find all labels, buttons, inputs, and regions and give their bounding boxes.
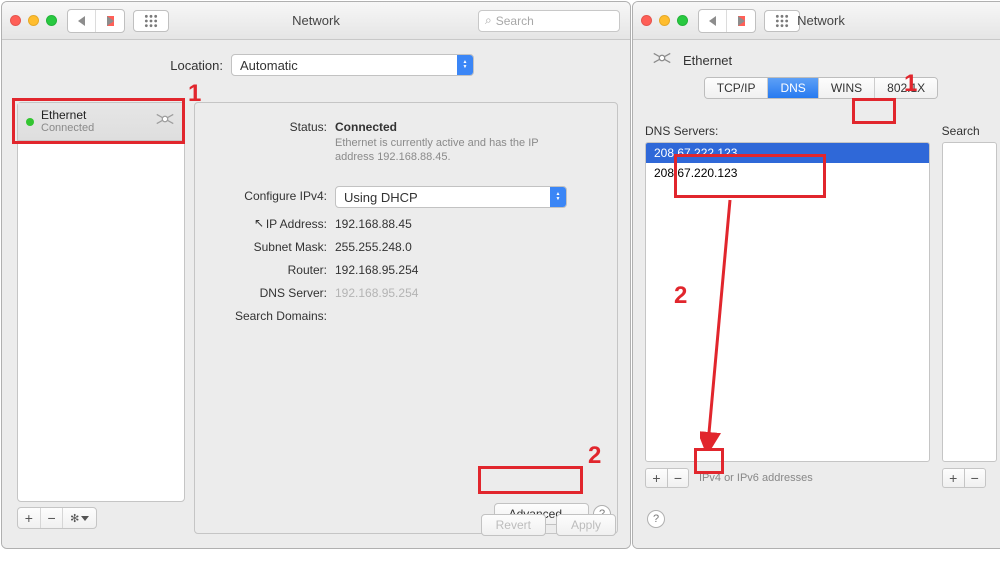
traffic-lights bbox=[641, 15, 688, 26]
remove-dns-button[interactable]: − bbox=[667, 468, 689, 488]
dns-hint: IPv4 or IPv6 addresses bbox=[699, 472, 813, 484]
titlebar-left: Network ⌕ Search bbox=[2, 2, 630, 40]
traffic-lights bbox=[10, 15, 57, 26]
dns-server-label: DNS Server: bbox=[209, 283, 335, 300]
search-domains-list[interactable] bbox=[942, 142, 997, 462]
search-domains-label: Search bbox=[942, 124, 997, 138]
sidebar-item-state: Connected bbox=[41, 122, 94, 135]
show-all-button[interactable] bbox=[133, 10, 169, 32]
remove-interface-button[interactable]: − bbox=[41, 508, 64, 528]
ethernet-title: Ethernet bbox=[683, 53, 732, 68]
back-button[interactable] bbox=[68, 10, 96, 32]
zoom-icon[interactable] bbox=[677, 15, 688, 26]
nav-back-forward bbox=[67, 9, 125, 33]
configure-ipv4-value: Using DHCP bbox=[344, 190, 550, 205]
interface-detail: Status: Connected Ethernet is currently … bbox=[194, 102, 618, 534]
sidebar-tools: + − ✻ bbox=[17, 507, 97, 529]
tab-8021x[interactable]: 802.1X bbox=[875, 78, 937, 98]
dns-server-row[interactable]: 208.67.222.123 bbox=[646, 143, 929, 163]
window-body-right: Ethernet TCP/IP DNS WINS 802.1X DNS Serv… bbox=[633, 40, 1000, 548]
dns-server-value: 192.168.95.254 bbox=[335, 283, 603, 300]
network-prefs-window: Network ⌕ Search Location: Automatic ▲▼ … bbox=[1, 1, 631, 549]
status-dot-icon bbox=[26, 118, 34, 126]
chevron-right-icon bbox=[738, 16, 745, 26]
location-value: Automatic bbox=[240, 58, 457, 73]
ip-address-value: 192.168.88.45 bbox=[335, 214, 603, 231]
status-subtext: Ethernet is currently active and has the… bbox=[335, 136, 575, 164]
search-icon: ⌕ bbox=[485, 13, 492, 28]
location-row: Location: Automatic ▲▼ bbox=[2, 40, 630, 94]
dns-servers-label: DNS Servers: bbox=[645, 124, 930, 138]
ethernet-header: Ethernet bbox=[633, 40, 1000, 77]
subnet-mask-label: Subnet Mask: bbox=[209, 237, 335, 254]
interface-actions-menu[interactable]: ✻ bbox=[63, 508, 96, 528]
dns-server-row[interactable]: 208.67.220.123 bbox=[646, 163, 929, 183]
select-arrows-icon: ▲▼ bbox=[457, 55, 473, 75]
dns-section: DNS Servers: 208.67.222.123 208.67.220.1… bbox=[645, 124, 997, 488]
minimize-icon[interactable] bbox=[659, 15, 670, 26]
sidebar-item-name: Ethernet bbox=[41, 109, 94, 122]
search-input[interactable]: ⌕ Search bbox=[478, 10, 620, 32]
chevron-left-icon bbox=[709, 16, 716, 26]
window-title: Network bbox=[797, 13, 845, 28]
back-button[interactable] bbox=[699, 10, 727, 32]
close-icon[interactable] bbox=[10, 15, 21, 26]
ethernet-icon bbox=[651, 50, 673, 71]
location-label: Location: bbox=[2, 58, 223, 73]
show-all-button[interactable] bbox=[764, 10, 800, 32]
tab-dns[interactable]: DNS bbox=[768, 78, 818, 98]
cursor-icon: ↖ bbox=[254, 216, 264, 230]
network-advanced-window: Network Ethernet TCP/IP DNS WINS 802.1X … bbox=[632, 1, 1000, 549]
status-value: Connected bbox=[335, 120, 397, 134]
titlebar-right: Network bbox=[633, 2, 1000, 40]
apply-button[interactable]: Apply bbox=[556, 514, 616, 536]
add-domain-button[interactable]: + bbox=[942, 468, 964, 488]
window-title: Network bbox=[292, 13, 340, 28]
add-dns-button[interactable]: + bbox=[645, 468, 667, 488]
sidebar-item-ethernet[interactable]: Ethernet Connected bbox=[18, 103, 184, 141]
ip-address-label: ↖IP Address: bbox=[209, 214, 335, 231]
router-value: 192.168.95.254 bbox=[335, 260, 603, 277]
grid-icon bbox=[775, 14, 789, 28]
configure-ipv4-select[interactable]: Using DHCP ▲▼ bbox=[335, 186, 567, 208]
search-domains-label: Search Domains: bbox=[209, 306, 335, 323]
help-button[interactable]: ? bbox=[647, 510, 665, 528]
search-placeholder: Search bbox=[496, 14, 534, 28]
zoom-icon[interactable] bbox=[46, 15, 57, 26]
grid-icon bbox=[144, 14, 158, 28]
ethernet-icon bbox=[154, 111, 176, 132]
search-domains-value bbox=[335, 306, 603, 323]
revert-button[interactable]: Revert bbox=[481, 514, 546, 536]
tab-wins[interactable]: WINS bbox=[819, 78, 875, 98]
close-icon[interactable] bbox=[641, 15, 652, 26]
router-label: Router: bbox=[209, 260, 335, 277]
nav-back-forward bbox=[698, 9, 756, 33]
chevron-down-icon bbox=[81, 516, 89, 521]
footer-buttons: Revert Apply bbox=[481, 514, 616, 536]
add-interface-button[interactable]: + bbox=[18, 508, 41, 528]
status-label: Status: bbox=[209, 117, 335, 164]
remove-domain-button[interactable]: − bbox=[964, 468, 986, 488]
configure-ipv4-label: Configure IPv4: bbox=[209, 186, 335, 208]
forward-button[interactable] bbox=[96, 10, 124, 32]
interfaces-sidebar: Ethernet Connected bbox=[17, 102, 185, 502]
forward-button[interactable] bbox=[727, 10, 755, 32]
dns-servers-list[interactable]: 208.67.222.123 208.67.220.123 bbox=[645, 142, 930, 462]
advanced-tabs: TCP/IP DNS WINS 802.1X bbox=[704, 77, 938, 99]
subnet-mask-value: 255.255.248.0 bbox=[335, 237, 603, 254]
chevron-right-icon bbox=[107, 16, 114, 26]
tab-tcpip[interactable]: TCP/IP bbox=[705, 78, 769, 98]
window-body-left: Location: Automatic ▲▼ Ethernet Connecte… bbox=[2, 40, 630, 548]
location-select[interactable]: Automatic ▲▼ bbox=[231, 54, 474, 76]
chevron-left-icon bbox=[78, 16, 85, 26]
minimize-icon[interactable] bbox=[28, 15, 39, 26]
select-arrows-icon: ▲▼ bbox=[550, 187, 566, 207]
